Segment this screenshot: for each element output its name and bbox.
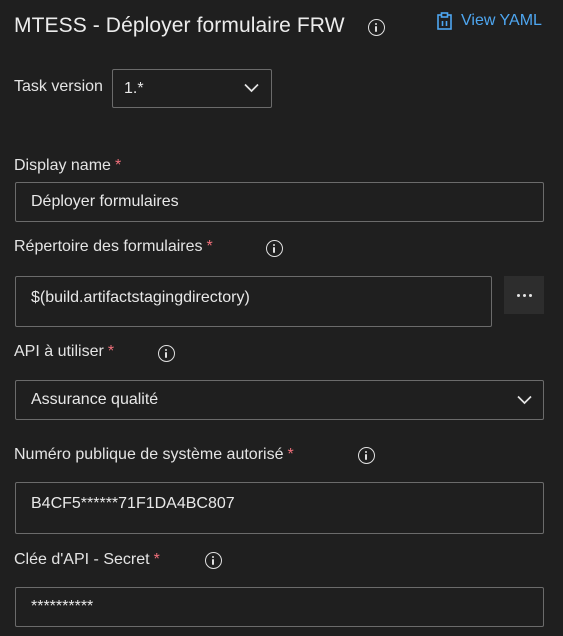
more-button[interactable]: [504, 276, 544, 314]
more-icon: [516, 293, 520, 297]
display-name-input[interactable]: Déployer formulaires: [15, 182, 544, 222]
view-yaml-label: View YAML: [461, 12, 542, 29]
api-select[interactable]: Assurance qualité: [15, 380, 544, 420]
clipboard-icon: [437, 12, 452, 30]
display-name-label: Display name *: [14, 157, 122, 174]
required-marker: *: [206, 238, 213, 255]
required-marker: *: [107, 343, 115, 360]
view-yaml-link[interactable]: View YAML: [437, 12, 542, 30]
api-secret-label: Clée d'API - Secret *: [14, 551, 160, 568]
required-marker: *: [287, 446, 294, 463]
info-icon[interactable]: [266, 240, 283, 257]
page-title: MTESS - Déployer formulaire FRW: [14, 14, 345, 37]
forms-dir-value: $(build.artifactstagingdirectory): [31, 289, 250, 306]
chevron-down-icon: [244, 83, 259, 93]
chevron-down-icon: [517, 395, 532, 405]
api-value: Assurance qualité: [31, 391, 159, 408]
api-secret-value: **********: [31, 598, 94, 615]
system-number-label: Numéro publique de système autorisé *: [14, 446, 294, 463]
api-label: API à utiliser *: [14, 343, 115, 360]
required-marker: *: [114, 157, 122, 174]
system-number-input[interactable]: B4CF5******71F1DA4BC807: [15, 482, 544, 534]
api-secret-input[interactable]: **********: [15, 587, 544, 627]
display-name-value: Déployer formulaires: [31, 193, 179, 210]
task-version-value: 1.*: [124, 79, 144, 97]
info-icon[interactable]: [205, 552, 222, 569]
forms-dir-input[interactable]: $(build.artifactstagingdirectory): [15, 276, 492, 327]
info-icon[interactable]: [358, 447, 375, 464]
forms-dir-label: Répertoire des formulaires *: [14, 238, 213, 255]
required-marker: *: [153, 551, 160, 568]
info-icon[interactable]: [368, 19, 385, 36]
system-number-value: B4CF5******71F1DA4BC807: [31, 495, 235, 512]
info-icon[interactable]: [158, 345, 175, 362]
task-version-label: Task version: [14, 78, 103, 95]
